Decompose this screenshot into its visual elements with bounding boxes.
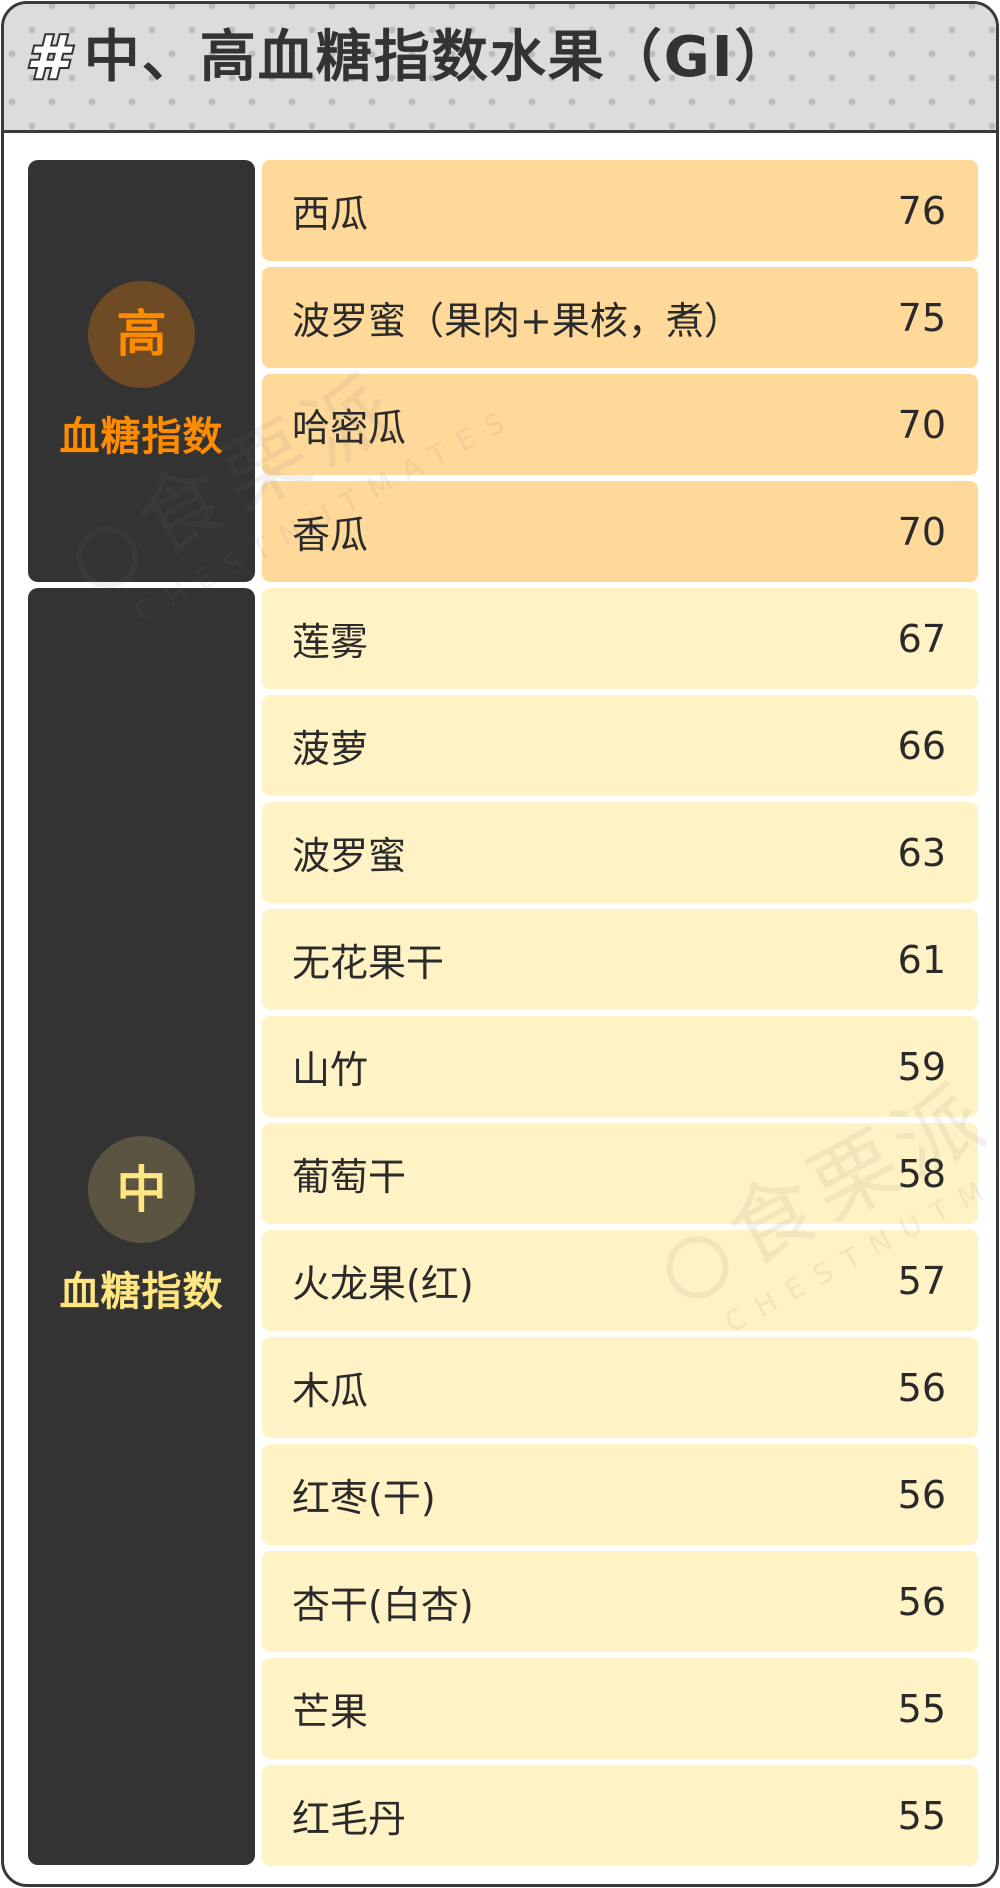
fruit-row: 山竹 59 [262, 1016, 978, 1117]
fruit-name: 波罗蜜（果肉+果核，煮） [292, 299, 742, 343]
fruit-row: 杏干(白杏) 56 [262, 1551, 978, 1652]
fruit-name: 红毛丹 [292, 1797, 407, 1841]
fruit-row: 菠萝 66 [262, 695, 978, 796]
fruit-name: 葡萄干 [292, 1155, 407, 1199]
fruit-row: 莲雾 67 [262, 588, 978, 689]
gi-value: 55 [897, 1686, 946, 1731]
gi-value: 56 [897, 1579, 946, 1624]
gi-value: 56 [897, 1472, 946, 1517]
fruit-name: 莲雾 [292, 620, 369, 664]
fruit-name: 山竹 [292, 1048, 369, 1092]
fruit-name: 西瓜 [292, 192, 369, 236]
fruit-row: 红枣(干) 56 [262, 1444, 978, 1545]
gi-value: 63 [897, 830, 946, 875]
fruit-name: 哈密瓜 [292, 406, 407, 450]
gi-value: 61 [897, 937, 946, 982]
gi-value: 58 [897, 1151, 946, 1196]
gi-value: 76 [897, 188, 946, 233]
fruit-name: 木瓜 [292, 1369, 369, 1413]
fruit-row: 红毛丹 55 [262, 1765, 978, 1866]
fruit-name: 无花果干 [292, 941, 445, 985]
fruit-name: 芒果 [292, 1690, 369, 1734]
fruit-row: 木瓜 56 [262, 1337, 978, 1438]
gi-value: 66 [897, 723, 946, 768]
tier-label-high: 血糖指数 [59, 413, 224, 460]
tier-badge-high: 高 [88, 280, 195, 388]
gi-value: 55 [897, 1793, 946, 1838]
fruit-row: 波罗蜜 63 [262, 802, 978, 903]
gi-value: 75 [897, 295, 946, 340]
fruit-list: 西瓜 76 波罗蜜（果肉+果核，煮） 75 哈密瓜 70 香瓜 70 莲雾 67 菠萝 66 波罗蜜 63… [262, 160, 978, 1872]
tier-panel-medium: 中 血糖指数 [28, 588, 255, 1865]
header-bar: # 中、高血糖指数水果（GI） [4, 4, 996, 133]
fruit-row: 波罗蜜（果肉+果核，煮） 75 [262, 267, 978, 368]
fruit-name: 波罗蜜 [292, 834, 407, 878]
tier-badge-medium: 中 [88, 1136, 195, 1243]
gi-card: # 中、高血糖指数水果（GI） 高 血糖指数 中 血糖指数 西瓜 76 波罗蜜（果肉… [1, 1, 999, 1887]
fruit-row: 哈密瓜 70 [262, 374, 978, 475]
gi-value: 70 [897, 402, 946, 447]
tier-panel-high: 高 血糖指数 [28, 160, 255, 582]
fruit-row: 西瓜 76 [262, 160, 978, 261]
gi-value: 70 [897, 509, 946, 554]
fruit-name: 红枣(干) [292, 1476, 436, 1520]
fruit-row: 火龙果(红) 57 [262, 1230, 978, 1331]
gi-value: 67 [897, 616, 946, 661]
fruit-name: 菠萝 [292, 727, 369, 771]
gi-value: 57 [897, 1258, 946, 1303]
fruit-row: 香瓜 70 [262, 481, 978, 582]
fruit-name: 杏干(白杏) [292, 1583, 474, 1627]
fruit-row: 无花果干 61 [262, 909, 978, 1010]
fruit-row: 葡萄干 58 [262, 1123, 978, 1224]
title-text: 中、高血糖指数水果（GI） [83, 25, 793, 90]
fruit-row: 芒果 55 [262, 1658, 978, 1759]
fruit-name: 香瓜 [292, 513, 369, 557]
fruit-name: 火龙果(红) [292, 1262, 474, 1306]
gi-value: 59 [897, 1044, 946, 1089]
page-title: # 中、高血糖指数水果（GI） [24, 23, 793, 93]
gi-value: 56 [897, 1365, 946, 1410]
tier-label-medium: 血糖指数 [59, 1269, 224, 1315]
hash-icon: # [24, 23, 70, 93]
